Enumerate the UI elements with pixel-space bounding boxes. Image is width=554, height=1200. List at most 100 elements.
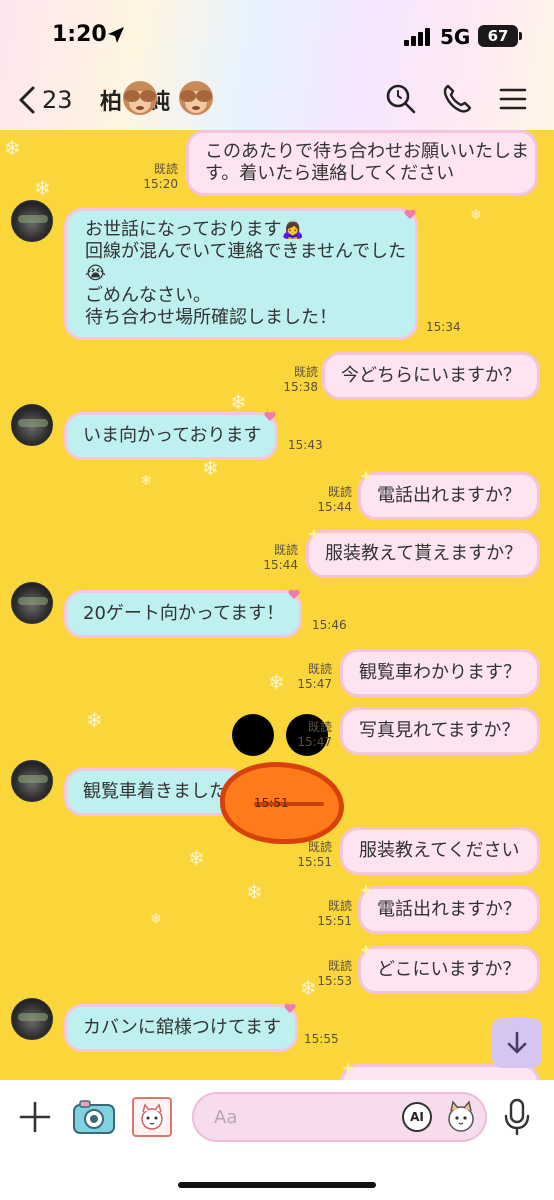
- message-line: 写真見れてますか？: [359, 720, 520, 741]
- message-time: 15:46: [312, 618, 347, 632]
- back-chevron-icon: [19, 86, 35, 114]
- message-meta: 既読 15:44: [306, 485, 352, 515]
- message-time: 15:44: [263, 558, 298, 572]
- snowflake-icon: ❄: [4, 136, 21, 160]
- star-icon: [360, 944, 372, 956]
- outgoing-message[interactable]: 観覧車わかります？: [340, 649, 540, 697]
- outgoing-message[interactable]: 服装教えて貰えますか？: [306, 530, 540, 578]
- message-meta: 既読 15:44: [252, 543, 298, 573]
- message-time: 15:44: [317, 500, 352, 514]
- incoming-message[interactable]: 観覧車着きました: [64, 768, 246, 816]
- message-line: 服装教えて貰えますか？: [325, 543, 523, 564]
- snowflake-icon: ❄: [230, 390, 247, 414]
- snowflake-icon: ❄: [470, 207, 482, 223]
- snowflake-icon: ❄: [246, 880, 263, 904]
- avatar[interactable]: [11, 200, 53, 242]
- read-receipt: 既読: [293, 365, 318, 379]
- message-line: 20ゲート向かってます！: [83, 603, 285, 624]
- snowflake-icon: ❄: [268, 670, 285, 694]
- outgoing-message[interactable]: 服装教えてください: [340, 827, 540, 875]
- outgoing-message[interactable]: どこにいますか？: [358, 946, 540, 994]
- read-receipt: 既読: [153, 162, 178, 176]
- outgoing-message[interactable]: このあたりで待ち合わせお願いいたしま す。着いたら連絡してください: [186, 130, 538, 196]
- message-time: 15:51: [254, 796, 289, 810]
- mic-icon[interactable]: [502, 1098, 532, 1136]
- outgoing-message[interactable]: 電話出れますか？: [358, 472, 540, 520]
- message-line: いま向かっております: [83, 425, 262, 446]
- message-line: このあたりで待ち合わせお願いいたしま: [205, 141, 529, 162]
- nav-bar: 23 柏純: [0, 70, 554, 130]
- message-meta: 既読 15:38: [272, 365, 318, 395]
- scroll-down-icon: [507, 1031, 527, 1054]
- message-line: 待ち合わせ場所確認しました！: [85, 307, 337, 328]
- read-receipt: 既読: [307, 662, 332, 676]
- message-time: 15:51: [297, 855, 332, 869]
- plus-icon[interactable]: [18, 1100, 52, 1134]
- message-line: 回線が混んでいて連絡できませんでした: [85, 241, 407, 262]
- avatar[interactable]: [11, 760, 53, 802]
- outgoing-message[interactable]: 今どちらにいますか？: [322, 352, 540, 400]
- network-type: 5G: [440, 25, 471, 49]
- message-time: 15:51: [317, 914, 352, 928]
- message-line: す。着いたら連絡してください: [205, 163, 455, 184]
- incoming-message[interactable]: いま向かっております: [64, 412, 278, 460]
- avatar[interactable]: [11, 404, 53, 446]
- star-icon: [308, 528, 320, 540]
- message-meta: 既読 15:20: [132, 162, 178, 192]
- message-meta: 既読 15:51: [306, 899, 352, 929]
- snowflake-icon: ❄: [140, 473, 152, 489]
- message-input[interactable]: Aa AI: [192, 1092, 487, 1142]
- read-receipt: 既読: [327, 959, 352, 973]
- message-line: ごめんなさい。: [85, 285, 211, 306]
- phone-icon[interactable]: [440, 82, 474, 116]
- star-icon: [360, 884, 372, 896]
- chat-area[interactable]: ❄ ❄ ❄ ❄ ❄ ❄ ❄ ❄ ❄ ❄ ❄ ❄ ❄ 既読 15:20 このあたり…: [0, 130, 554, 1080]
- chat-header: 1:20 5G 67 23 柏純: [0, 0, 554, 130]
- message-meta: 既読 15:47: [286, 720, 332, 750]
- snowflake-icon: ❄: [188, 846, 205, 870]
- input-bar: Aa AI: [0, 1080, 554, 1200]
- snowflake-icon: ❄: [86, 708, 103, 732]
- message-line: カバンに舘様つけてます: [83, 1017, 281, 1038]
- ai-icon[interactable]: AI: [402, 1102, 432, 1132]
- message-time: 15:38: [283, 380, 318, 394]
- message-line: 電話出れますか？: [377, 485, 521, 506]
- status-bar: 1:20 5G 67: [0, 0, 554, 70]
- scroll-to-bottom-button[interactable]: [492, 1018, 542, 1068]
- monkey-sticker-icon: [123, 81, 157, 115]
- avatar[interactable]: [11, 998, 53, 1040]
- message-time: 15:34: [426, 320, 461, 334]
- outgoing-message[interactable]: 写真見れてますか？: [340, 707, 540, 755]
- outgoing-message[interactable]: 電話出れますか？: [358, 886, 540, 934]
- message-line: どこにいますか？: [377, 959, 521, 980]
- read-receipt: 既読: [307, 840, 332, 854]
- battery-level: 67: [478, 25, 518, 47]
- monkey-sticker-icon: [179, 81, 213, 115]
- message-line: お世話になっております🙇‍♀️: [85, 219, 304, 240]
- cat-picture-icon: [141, 1103, 163, 1130]
- home-indicator: [178, 1182, 376, 1188]
- emoji-icon[interactable]: [444, 1099, 478, 1135]
- incoming-message[interactable]: カバンに舘様つけてます: [64, 1004, 298, 1052]
- camera-icon[interactable]: [72, 1097, 116, 1137]
- avatar[interactable]: [11, 582, 53, 624]
- incoming-message[interactable]: お世話になっております🙇‍♀️ 回線が混んでいて連絡できませんでした 😭 ごめん…: [64, 208, 418, 340]
- incoming-message[interactable]: 20ゲート向かってます！: [64, 590, 302, 638]
- message-line: 観覧車わかります？: [359, 662, 521, 683]
- message-time: 15:20: [143, 177, 178, 191]
- signal-icon: [404, 28, 430, 46]
- heart-icon: [264, 411, 276, 421]
- album-icon[interactable]: [132, 1097, 172, 1137]
- back-button[interactable]: 23: [16, 82, 73, 118]
- read-receipt: 既読: [327, 485, 352, 499]
- chat-title-start: 柏: [100, 90, 123, 115]
- snowflake-icon: ❄: [150, 911, 162, 927]
- heart-icon: [404, 209, 416, 219]
- menu-icon[interactable]: [496, 82, 530, 116]
- message-time: 15:47: [297, 735, 332, 749]
- message-line: 観覧車着きました: [83, 781, 227, 802]
- message-meta: 既読 15:47: [286, 662, 332, 692]
- search-icon[interactable]: [384, 82, 418, 116]
- message-input-placeholder: Aa: [214, 1107, 238, 1128]
- status-time: 1:20: [52, 22, 107, 47]
